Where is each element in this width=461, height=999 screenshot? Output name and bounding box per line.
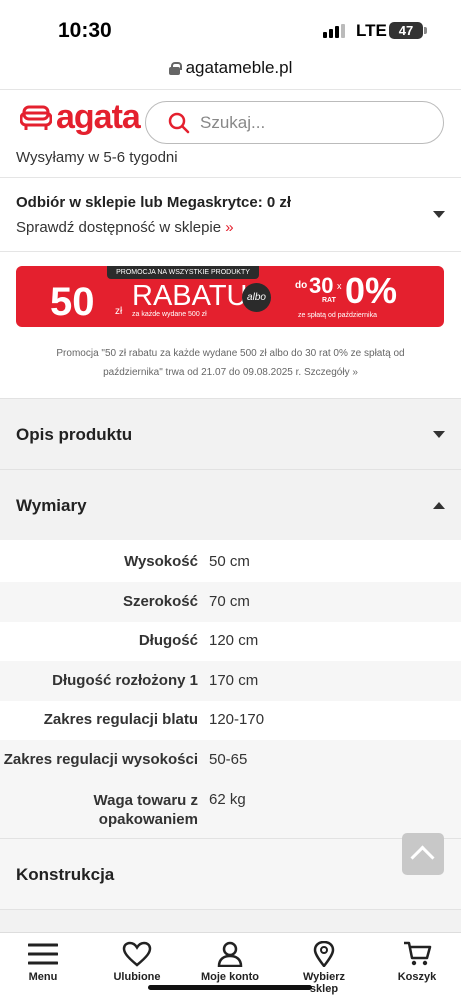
banner-rabatu: RABATU (132, 280, 248, 312)
dim-label: Długość rozłożony 1 (52, 672, 198, 689)
nav-label: Menu (28, 971, 58, 983)
dim-label: Waga towaru z opakowaniem (93, 792, 198, 828)
nav-koszyk[interactable]: Koszyk (396, 941, 438, 983)
section-title-wymiary: Wymiary (16, 496, 87, 515)
agata-logo[interactable]: agata (20, 98, 141, 137)
dim-label: Zakres regulacji blatu (43, 711, 198, 728)
signal-icon (323, 24, 345, 38)
dim-value: 50-65 (209, 751, 248, 768)
user-icon (217, 941, 243, 967)
accordion-konstrukcja[interactable]: Konstrukcja (0, 838, 461, 909)
banner-amount: 50 (50, 280, 95, 324)
chevron-up-icon (433, 502, 445, 509)
section-title-konstrukcja: Konstrukcja (16, 865, 115, 884)
sofa-logo-icon (20, 105, 52, 130)
dim-value: 170 cm (209, 672, 259, 689)
banner-top-label: PROMOCJA NA WSZYSTKIE PRODUKTY (107, 266, 259, 279)
banner-zero-percent: 0% (345, 270, 398, 311)
banner-sub: za każde wydane 500 zł (132, 311, 207, 318)
nav-ulubione[interactable]: Ulubione (108, 941, 166, 983)
search-input[interactable]: Szukaj... (145, 101, 444, 144)
search-placeholder: Szukaj... (200, 112, 266, 132)
url-text[interactable]: agatameble.pl (186, 58, 293, 78)
promo-terms[interactable]: Promocja "50 zł rabatu za każde wydane 5… (40, 344, 421, 382)
nav-label: Koszyk (397, 971, 437, 983)
nav-label: Moje konto (200, 971, 260, 983)
accordion-wymiary[interactable]: Wymiary (0, 469, 461, 540)
cart-icon (404, 941, 432, 966)
banner-rat-label: RAT (322, 297, 336, 304)
dim-value: 70 cm (209, 593, 250, 610)
battery-icon: 47 (389, 22, 427, 39)
network-label: LTE (356, 21, 387, 40)
status-bar: 10:30 LTE 47 (0, 0, 461, 58)
nav-menu[interactable]: Menu (22, 941, 64, 983)
section-title-opis: Opis produktu (16, 425, 133, 444)
table-row: Zakres regulacji wysokości 50-65 (0, 740, 461, 780)
scroll-to-top-button[interactable] (402, 833, 444, 875)
search-icon (168, 112, 190, 133)
product-details: Wysyłamy w 5-6 tygodni Odbiór w sklepie … (0, 151, 461, 378)
dim-label: Zakres regulacji wysokości (3, 751, 198, 768)
nav-moje-konto[interactable]: Moje konto (199, 941, 261, 983)
banner-rat-count: 30 (309, 273, 334, 298)
dim-value: 120-170 (209, 711, 265, 728)
table-row: Waga towaru z opakowaniem 62 kg (0, 780, 461, 838)
dim-label: Szerokość (122, 593, 198, 610)
chevron-down-icon (433, 211, 445, 218)
dim-value: 120 cm (209, 632, 259, 649)
dim-value: 50 cm (209, 553, 250, 570)
accordion-opis-produktu[interactable]: Opis produktu (0, 398, 461, 469)
table-row: Długość rozłożony 1 170 cm (0, 661, 461, 701)
dim-value: 62 kg (209, 791, 246, 808)
location-pin-icon (313, 941, 335, 967)
next-section-edge (0, 909, 461, 932)
table-row: Wysokość 50 cm (0, 542, 461, 582)
home-indicator (148, 985, 312, 990)
table-row: Długość 120 cm (0, 621, 461, 661)
promo-banner[interactable]: PROMOCJA NA WSZYSTKIE PRODUKTY 50 zł RAB… (16, 266, 444, 327)
lock-icon (168, 61, 182, 75)
banner-albo: albo (242, 283, 271, 312)
nav-label: Wybierz sklep (303, 971, 345, 995)
banner-x: x (337, 281, 342, 291)
chevron-down-icon (433, 431, 445, 438)
check-availability-link[interactable]: Sprawdź dostępność w sklepie » (16, 219, 234, 236)
menu-icon (28, 943, 58, 965)
logo-text: agata (56, 98, 141, 136)
nav-label: Ulubione (113, 971, 161, 983)
banner-currency: zł (115, 306, 123, 317)
shipping-note: Wysyłamy w 5-6 tygodni (0, 151, 461, 178)
banner-do: do (295, 280, 308, 291)
pickup-accordion[interactable]: Odbiór w sklepie lub Megaskrytce: 0 zł S… (0, 178, 461, 252)
pickup-title: Odbiór w sklepie lub Megaskrytce: 0 zł (16, 194, 292, 211)
status-time: 10:30 (58, 19, 112, 42)
dim-label: Wysokość (124, 553, 198, 570)
browser-url-bar[interactable]: agatameble.pl (0, 58, 461, 88)
site-header: agata Szukaj... (0, 89, 461, 151)
banner-footer: ze spłatą od października (298, 312, 377, 319)
dim-label: Długość (138, 632, 198, 649)
table-row: Zakres regulacji blatu 120-170 (0, 700, 461, 740)
table-row: Szerokość 70 cm (0, 582, 461, 622)
heart-icon (122, 941, 152, 967)
